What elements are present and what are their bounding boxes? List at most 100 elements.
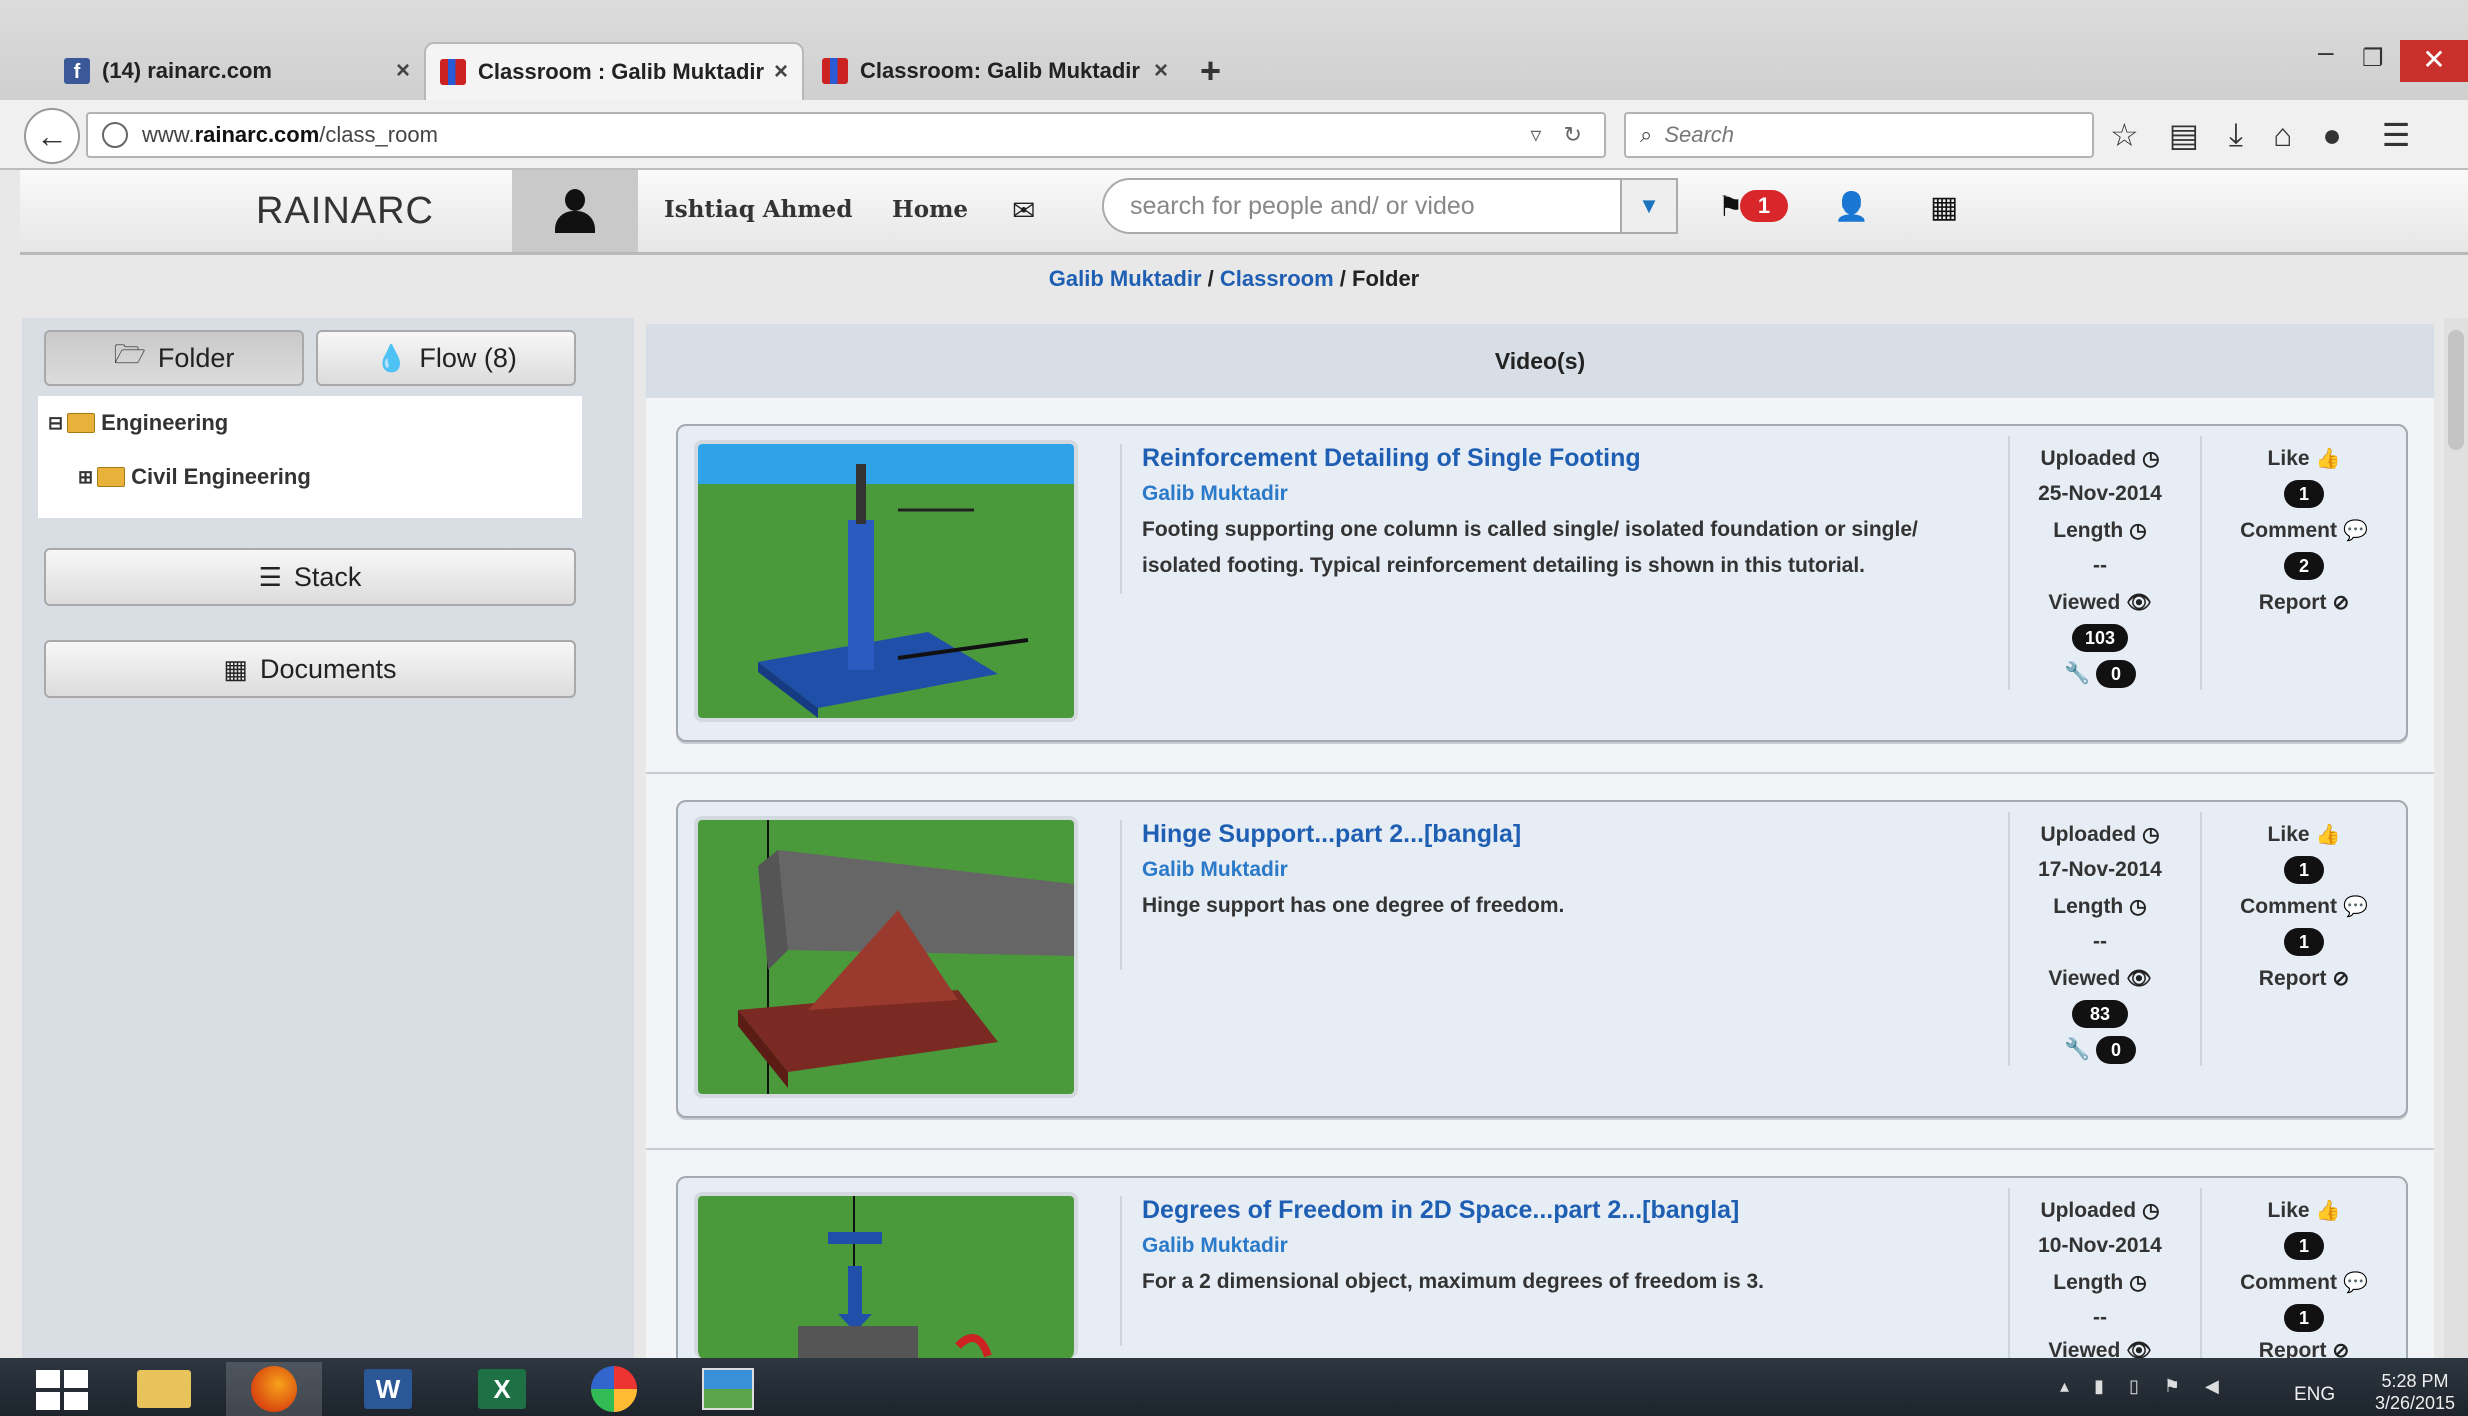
stack-icon: ☰: [258, 561, 282, 592]
file-explorer-icon[interactable]: [116, 1362, 212, 1416]
clipboard-icon[interactable]: ▤: [2169, 116, 2199, 154]
uploaded-date: 25-Nov-2014: [2038, 482, 2162, 505]
address-bar[interactable]: www.rainarc.com/class_room ▿ ↻: [86, 112, 1606, 158]
tree-item-engineering[interactable]: ⊟ Engineering: [48, 410, 228, 436]
user-icon[interactable]: 👤: [1834, 190, 1869, 223]
report-button[interactable]: Report ⊘: [2214, 1338, 2394, 1358]
page-scrollbar[interactable]: [2444, 318, 2468, 1358]
divider: [2200, 1188, 2202, 1358]
restore-icon[interactable]: ❐: [2362, 44, 2384, 73]
clock-icon: ◷: [2142, 824, 2160, 846]
ban-icon: ⊘: [2332, 968, 2350, 990]
length-value: --: [2093, 554, 2107, 577]
comments-count: 1: [2214, 1304, 2394, 1332]
windows-start-icon[interactable]: [36, 1370, 88, 1410]
eye-icon: 👁: [2126, 592, 2152, 614]
system-tray-icons[interactable]: ▴ ▮ ▯ ⚑ ◀: [2060, 1376, 2229, 1397]
flow-button[interactable]: 💧 Flow (8): [316, 330, 576, 386]
divider: [1120, 1196, 1122, 1346]
like-button[interactable]: Like 👍: [2214, 446, 2394, 471]
notification-badge[interactable]: 1: [1740, 190, 1788, 222]
video-thumbnail-dof[interactable]: [694, 1192, 1078, 1358]
video-author-link[interactable]: Galib Muktadir: [1142, 1234, 1288, 1258]
likes-count: 1: [2214, 1232, 2394, 1260]
card-separator: [646, 1148, 2434, 1150]
reload-icon[interactable]: ▿ ↻: [1530, 122, 1590, 148]
home-icon[interactable]: ⌂: [2273, 117, 2292, 154]
window-close-icon[interactable]: ✕: [2400, 40, 2468, 82]
thumbs-up-icon: 👍: [2315, 448, 2341, 470]
search-dropdown-chevron-icon[interactable]: ▼: [1620, 180, 1676, 232]
expand-toggle-icon[interactable]: ⊞: [78, 467, 93, 488]
menu-icon[interactable]: ☰: [2382, 116, 2411, 154]
chat-icon[interactable]: ●: [2322, 117, 2341, 154]
collapse-toggle-icon[interactable]: ⊟: [48, 413, 63, 434]
comment-button[interactable]: Comment 💬: [2214, 1270, 2394, 1295]
video-author-link[interactable]: Galib Muktadir: [1142, 482, 1288, 506]
breadcrumb-owner[interactable]: Galib Muktadir: [1049, 266, 1202, 291]
documents-button[interactable]: ▦ Documents: [44, 640, 576, 698]
ban-icon: ⊘: [2332, 1340, 2350, 1358]
uploaded-label: Uploaded ◷: [2040, 447, 2160, 470]
report-button[interactable]: Report ⊘: [2214, 590, 2394, 615]
clock-icon: ◷: [2129, 520, 2147, 542]
comment-button[interactable]: Comment 💬: [2214, 518, 2394, 543]
length-value: --: [2093, 930, 2107, 953]
divider: [1120, 820, 1122, 970]
folder-button[interactable]: 🗁 Folder: [44, 330, 304, 386]
video-title-link[interactable]: Hinge Support...part 2...[bangla]: [1142, 820, 1521, 849]
edit-tools[interactable]: 🔧 0: [2010, 1036, 2190, 1064]
star-icon[interactable]: ☆: [2110, 116, 2139, 154]
video-title-link[interactable]: Degrees of Freedom in 2D Space...part 2.…: [1142, 1196, 1739, 1225]
thumbs-up-icon: 👍: [2315, 824, 2341, 846]
avatar[interactable]: [512, 170, 638, 252]
envelope-icon[interactable]: ✉: [1012, 194, 1035, 227]
home-link[interactable]: Home: [892, 196, 968, 223]
tab-close-icon[interactable]: ×: [1154, 57, 1168, 85]
word-icon[interactable]: W: [340, 1362, 436, 1416]
scrollbar-thumb[interactable]: [2448, 330, 2464, 450]
video-author-link[interactable]: Galib Muktadir: [1142, 858, 1288, 882]
picasa-icon[interactable]: [566, 1362, 662, 1416]
like-button[interactable]: Like 👍: [2214, 822, 2394, 847]
stack-button[interactable]: ☰ Stack: [44, 548, 576, 606]
photo-viewer-icon[interactable]: [680, 1362, 776, 1416]
video-thumbnail-hinge[interactable]: [694, 816, 1078, 1098]
download-icon[interactable]: ⤓: [2229, 116, 2243, 154]
report-button[interactable]: Report ⊘: [2214, 966, 2394, 991]
like-button[interactable]: Like 👍: [2214, 1198, 2394, 1223]
video-thumbnail-footing[interactable]: [694, 440, 1078, 722]
new-tab-button[interactable]: +: [1200, 50, 1221, 92]
breadcrumb-current: Folder: [1352, 266, 1420, 291]
taskbar-clock[interactable]: 5:28 PM 3/26/2015: [2370, 1370, 2460, 1414]
edit-tools[interactable]: 🔧 0: [2010, 660, 2190, 688]
breadcrumb-classroom[interactable]: Classroom: [1220, 266, 1334, 291]
tree-item-civil-engineering[interactable]: ⊞ Civil Engineering: [78, 464, 311, 490]
back-arrow-icon[interactable]: ←: [24, 108, 80, 164]
profile-link[interactable]: Ishtiaq Ahmed: [664, 196, 852, 223]
comment-icon: 💬: [2342, 520, 2368, 542]
tab-close-icon[interactable]: ×: [396, 57, 410, 85]
video-title-link[interactable]: Reinforcement Detailing of Single Footin…: [1142, 444, 1641, 473]
card-separator: [646, 772, 2434, 774]
language-indicator[interactable]: ENG: [2294, 1384, 2335, 1406]
length-label: Length ◷: [2053, 519, 2147, 542]
url-text: www.rainarc.com/class_room: [142, 122, 438, 147]
browser-tab-classroom[interactable]: Classroom: Galib Muktadir ×: [808, 42, 1182, 100]
tab-close-icon[interactable]: ×: [774, 58, 788, 86]
video-description: Hinge support has one degree of freedom.: [1142, 894, 1565, 917]
comment-button[interactable]: Comment 💬: [2214, 894, 2394, 919]
divider: [1120, 444, 1122, 594]
eye-icon: 👁: [2126, 1340, 2152, 1358]
browser-search-input[interactable]: ⌕ Search: [1624, 112, 2094, 158]
excel-icon[interactable]: X: [454, 1362, 550, 1416]
browser-tab-classroom-active[interactable]: Classroom : Galib Muktadir ×: [424, 42, 804, 100]
uploaded-date: 17-Nov-2014: [2038, 858, 2162, 881]
browser-tab-facebook[interactable]: f (14) rainarc.com ×: [50, 42, 424, 100]
site-search-input[interactable]: search for people and/ or video: [1102, 178, 1678, 234]
apps-grid-icon[interactable]: ▦: [1930, 190, 1958, 225]
videos-header: Video(s): [646, 324, 2434, 398]
comments-count: 1: [2214, 928, 2394, 956]
minimize-icon[interactable]: –: [2318, 36, 2334, 68]
firefox-icon[interactable]: [226, 1362, 322, 1416]
